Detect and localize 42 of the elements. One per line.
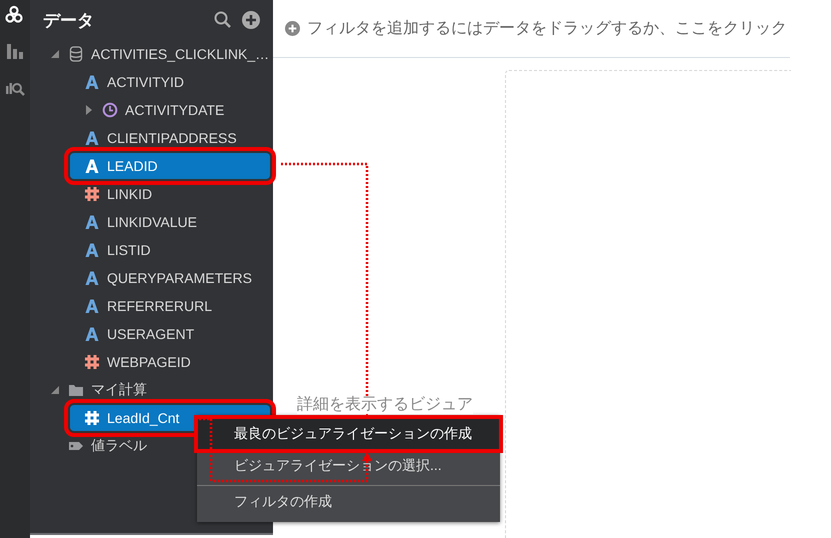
letter-a-icon (84, 214, 100, 230)
letter-a-icon (84, 298, 100, 314)
field-item[interactable]: LINKIDVALUE (70, 209, 270, 235)
tree-node[interactable]: ACTIVITIES_CLICKLINK_… (50, 41, 270, 67)
menu-item[interactable]: フィルタの作成 (197, 485, 500, 518)
folder-icon (68, 382, 84, 398)
panel-title: データ (43, 10, 95, 32)
collapse-caret-icon[interactable] (50, 385, 60, 395)
database-icon (68, 46, 84, 62)
field-item[interactable]: CLIENTIPADDRESS (70, 125, 270, 151)
letter-a-icon (84, 270, 100, 286)
letter-a-icon (84, 326, 100, 342)
canvas-hint: 詳細を表示するビジュア (297, 396, 473, 414)
filter-placeholder: フィルタを追加するにはデータをドラッグするか、ここをクリック (307, 18, 787, 39)
field-item[interactable]: REFERRERURL (70, 293, 270, 319)
expand-caret-icon[interactable] (84, 105, 94, 115)
letter-a-icon (84, 158, 100, 174)
tree-node[interactable]: マイ計算 (50, 377, 270, 403)
field-item[interactable]: USERAGENT (70, 321, 270, 347)
search-icon[interactable] (213, 10, 233, 30)
hash-icon (84, 354, 100, 370)
menu-item[interactable]: 最良のビジュアライゼーションの作成 (197, 418, 500, 450)
add-icon (285, 21, 300, 36)
hash-icon (84, 186, 100, 202)
nodes-icon (5, 6, 23, 23)
letter-a-icon (84, 74, 100, 90)
field-item[interactable]: WEBPAGEID (70, 349, 270, 375)
field-item[interactable]: LISTID (70, 237, 270, 263)
field-item[interactable]: LEADID (70, 153, 270, 179)
field-item[interactable]: ACTIVITYDATE (70, 97, 270, 123)
bar-chart-icon (7, 44, 23, 59)
field-item[interactable]: ACTIVITYID (70, 69, 270, 95)
filter-bar[interactable]: フィルタを追加するにはデータをドラッグするか、ここをクリック (273, 0, 790, 58)
letter-a-icon (84, 130, 100, 146)
field-item[interactable]: LINKID (70, 181, 270, 207)
chart-search-icon (6, 83, 25, 96)
hash-icon (84, 410, 100, 426)
add-icon[interactable] (241, 10, 261, 30)
collapse-caret-icon[interactable] (50, 49, 60, 59)
field-item[interactable]: QUERYPARAMETERS (70, 265, 270, 291)
letter-a-icon (84, 242, 100, 258)
clock-icon (102, 102, 118, 118)
